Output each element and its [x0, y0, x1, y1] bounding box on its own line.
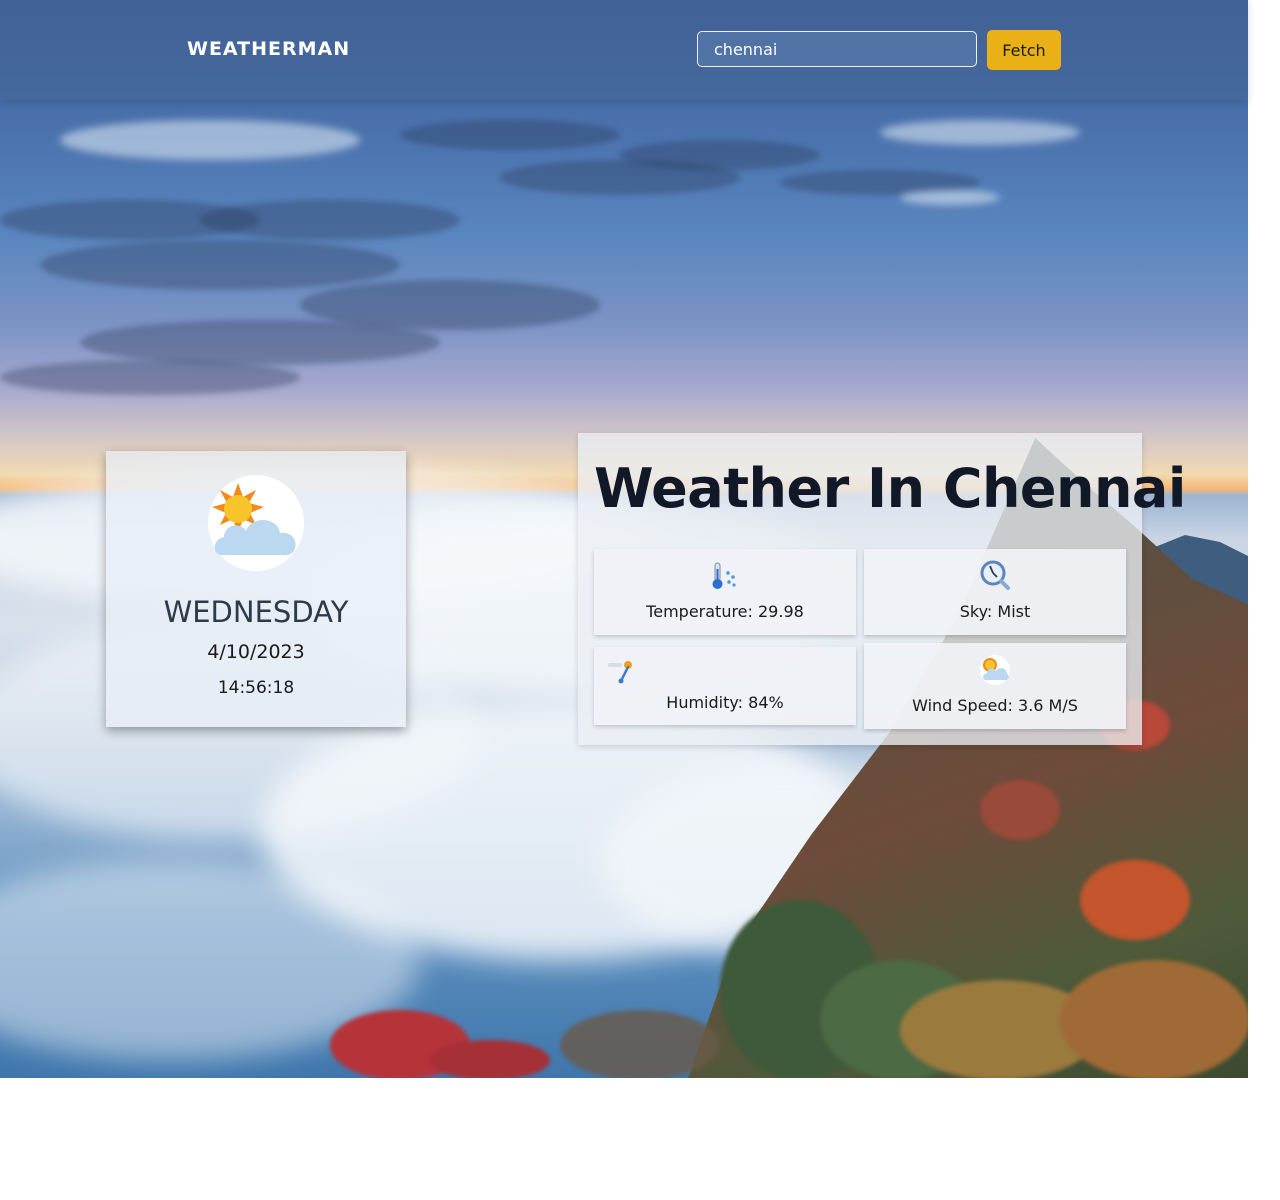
weather-info-panel: Weather In Chennai Temperature: 29.98 Sk… [578, 433, 1186, 745]
temperature-label: Temperature: 29.98 [646, 602, 804, 621]
thermometer-icon [712, 562, 736, 589]
sky-tile: Sky: Mist [864, 549, 1126, 635]
sky-label: Sky: Mist [959, 602, 1031, 621]
day-card: WEDNESDAY 4/10/2023 14:56:18 [106, 451, 406, 727]
day-name: WEDNESDAY [163, 595, 349, 629]
time-text: 14:56:18 [217, 678, 295, 698]
humidity-tile: Humidity: 84% [594, 647, 856, 725]
wind-speed-label: Wind Speed: 3.6 M/S [912, 696, 1078, 715]
panel-title: Weather In Chennai [594, 457, 1186, 520]
sun-behind-cloud-icon [980, 655, 1010, 685]
temperature-tile: Temperature: 29.98 [594, 549, 856, 635]
sun-behind-cloud-icon [212, 483, 296, 555]
humidity-icon [608, 661, 632, 684]
navbar: WEATHERMAN Fetch [0, 0, 1248, 100]
fetch-button[interactable]: Fetch [987, 30, 1061, 70]
wind-tile: Wind Speed: 3.6 M/S [864, 643, 1126, 729]
weather-icon-circle [208, 475, 304, 571]
humidity-label: Humidity: 84% [666, 693, 784, 712]
date-text: 4/10/2023 [207, 641, 305, 663]
brand-logo[interactable]: WEATHERMAN [187, 38, 350, 60]
city-search-input[interactable] [697, 31, 977, 67]
magnifier-icon [980, 560, 1010, 590]
